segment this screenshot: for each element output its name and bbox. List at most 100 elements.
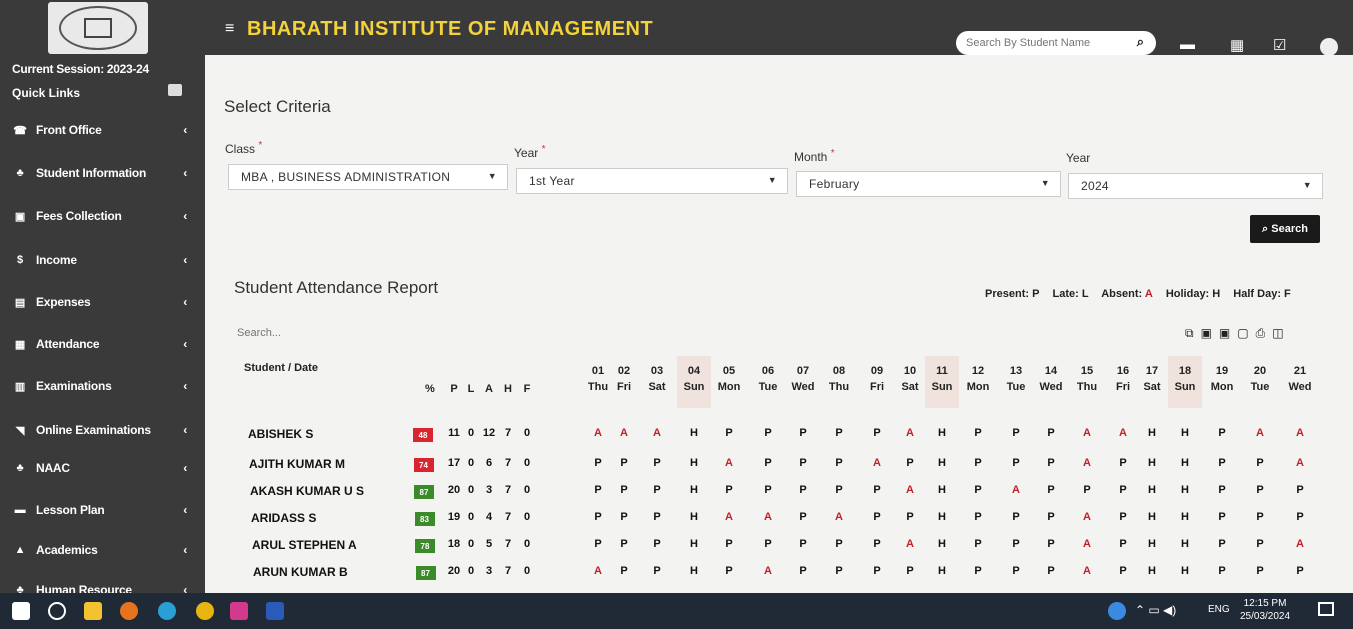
attendance-mark[interactable]: P <box>1288 484 1312 496</box>
attendance-mark[interactable]: H <box>682 511 706 523</box>
firefox-icon[interactable] <box>120 602 138 620</box>
attendance-mark[interactable]: H <box>1173 565 1197 577</box>
attendance-mark[interactable]: H <box>1173 538 1197 550</box>
attendance-mark[interactable]: P <box>645 484 669 496</box>
attendance-mark[interactable]: H <box>1140 457 1164 469</box>
attendance-mark[interactable]: P <box>586 538 610 550</box>
attendance-mark[interactable]: P <box>1111 457 1135 469</box>
sidebar-item[interactable]: ▥ Examinations ‹ <box>12 374 197 398</box>
attendance-mark[interactable]: P <box>1210 565 1234 577</box>
attendance-mark[interactable]: P <box>586 511 610 523</box>
attendance-mark[interactable]: P <box>1039 538 1063 550</box>
attendance-mark[interactable]: P <box>612 457 636 469</box>
attendance-mark[interactable]: P <box>1210 484 1234 496</box>
attendance-mark[interactable]: P <box>791 565 815 577</box>
word-icon[interactable] <box>266 602 284 620</box>
attendance-mark[interactable]: H <box>930 538 954 550</box>
language-indicator[interactable]: ENG <box>1208 604 1230 615</box>
year-select[interactable]: 1st Year ▼ <box>516 168 788 194</box>
attendance-mark[interactable]: A <box>1075 565 1099 577</box>
file-explorer-icon[interactable] <box>84 602 102 620</box>
attendance-mark[interactable]: H <box>682 565 706 577</box>
instagram-icon[interactable] <box>230 602 248 620</box>
attendance-mark[interactable]: P <box>1075 484 1099 496</box>
attendance-mark[interactable]: P <box>1210 538 1234 550</box>
attendance-mark[interactable]: P <box>898 457 922 469</box>
attendance-mark[interactable]: P <box>966 538 990 550</box>
attendance-mark[interactable]: H <box>930 565 954 577</box>
notification-icon[interactable] <box>1318 602 1334 616</box>
attendance-mark[interactable]: H <box>930 427 954 439</box>
attendance-mark[interactable]: P <box>1111 538 1135 550</box>
attendance-mark[interactable]: P <box>827 484 851 496</box>
student-name[interactable]: ARUN KUMAR B <box>253 565 348 579</box>
print-icon[interactable]: ⎙ <box>1256 326 1266 340</box>
attendance-mark[interactable]: P <box>1111 484 1135 496</box>
attendance-mark[interactable]: P <box>791 484 815 496</box>
attendance-mark[interactable]: A <box>756 565 780 577</box>
attendance-mark[interactable]: A <box>1111 427 1135 439</box>
attendance-mark[interactable]: P <box>1248 484 1272 496</box>
attendance-mark[interactable]: H <box>1173 484 1197 496</box>
attendance-mark[interactable]: H <box>1140 484 1164 496</box>
attendance-mark[interactable]: P <box>1288 511 1312 523</box>
student-name[interactable]: AJITH KUMAR M <box>249 457 345 471</box>
student-search-input[interactable] <box>966 35 1126 51</box>
attendance-mark[interactable]: P <box>1039 511 1063 523</box>
attendance-mark[interactable]: P <box>1210 511 1234 523</box>
sidebar-item[interactable]: ▦ Attendance ‹ <box>12 332 197 356</box>
attendance-mark[interactable]: P <box>1248 538 1272 550</box>
attendance-mark[interactable]: P <box>1248 511 1272 523</box>
attendance-mark[interactable]: A <box>1075 457 1099 469</box>
task-check-icon[interactable]: ☑ <box>1273 36 1286 54</box>
chrome-icon[interactable] <box>196 602 214 620</box>
attendance-mark[interactable]: P <box>1210 427 1234 439</box>
attendance-mark[interactable]: A <box>586 427 610 439</box>
tray-icons[interactable]: ⌃ ▭ ◀) <box>1135 603 1176 617</box>
attendance-mark[interactable]: H <box>1140 511 1164 523</box>
sidebar-item[interactable]: ▬ Lesson Plan ‹ <box>12 498 197 522</box>
student-name[interactable]: AKASH KUMAR U S <box>250 484 364 498</box>
attendance-mark[interactable]: H <box>682 538 706 550</box>
attendance-mark[interactable]: A <box>1248 427 1272 439</box>
attendance-mark[interactable]: H <box>1173 427 1197 439</box>
attendance-mark[interactable]: H <box>1173 457 1197 469</box>
attendance-mark[interactable]: P <box>586 484 610 496</box>
attendance-mark[interactable]: A <box>756 511 780 523</box>
attendance-mark[interactable]: P <box>645 538 669 550</box>
sidebar-item[interactable]: ▤ Expenses ‹ <box>12 290 197 314</box>
edge-icon[interactable] <box>158 602 176 620</box>
pdf-icon[interactable]: ▢ <box>1237 326 1248 340</box>
quick-links-label[interactable]: Quick Links <box>12 86 80 100</box>
attendance-mark[interactable]: A <box>717 511 741 523</box>
attendance-mark[interactable]: P <box>898 565 922 577</box>
attendance-mark[interactable]: A <box>586 565 610 577</box>
attendance-mark[interactable]: P <box>1248 457 1272 469</box>
attendance-mark[interactable]: P <box>898 511 922 523</box>
windows-start-icon[interactable] <box>12 602 30 620</box>
attendance-mark[interactable]: A <box>1288 538 1312 550</box>
month-select[interactable]: February ▼ <box>796 171 1061 197</box>
taskbar-clock[interactable]: 12:15 PM 25/03/2024 <box>1240 597 1290 623</box>
attendance-mark[interactable]: A <box>717 457 741 469</box>
student-name[interactable]: ABISHEK S <box>248 427 313 441</box>
calendar-year-select[interactable]: 2024 ▼ <box>1068 173 1323 199</box>
attendance-mark[interactable]: P <box>645 457 669 469</box>
attendance-mark[interactable]: A <box>898 427 922 439</box>
attendance-mark[interactable]: P <box>865 484 889 496</box>
attendance-mark[interactable]: P <box>717 565 741 577</box>
attendance-mark[interactable]: H <box>1173 511 1197 523</box>
attendance-mark[interactable]: P <box>756 457 780 469</box>
quick-links-icon[interactable] <box>168 84 182 96</box>
attendance-mark[interactable]: H <box>682 484 706 496</box>
attendance-mark[interactable]: P <box>645 511 669 523</box>
attendance-mark[interactable]: P <box>827 457 851 469</box>
search-button[interactable]: ⌕ Search <box>1250 215 1320 243</box>
student-name[interactable]: ARUL STEPHEN A <box>252 538 357 552</box>
attendance-mark[interactable]: P <box>966 565 990 577</box>
sidebar-item[interactable]: ♣ Student Information ‹ <box>12 161 197 185</box>
attendance-mark[interactable]: P <box>1039 427 1063 439</box>
attendance-mark[interactable]: A <box>898 538 922 550</box>
user-avatar[interactable] <box>1320 38 1338 56</box>
class-select[interactable]: MBA , BUSINESS ADMINISTRATION ▼ <box>228 164 508 190</box>
